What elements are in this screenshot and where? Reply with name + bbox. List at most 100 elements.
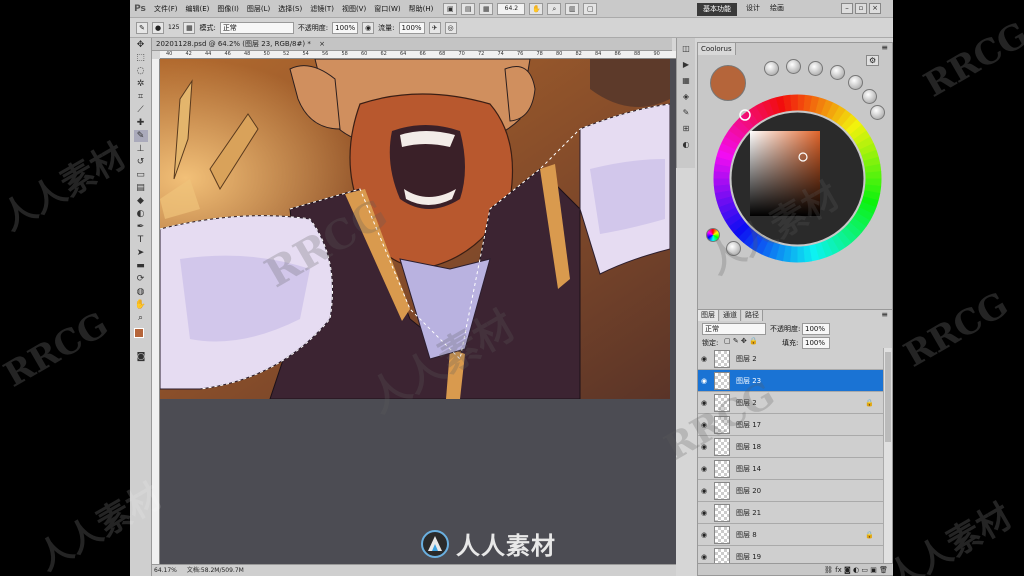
screen-mode-icon[interactable]: ▢ — [583, 2, 598, 15]
color-mode-button-8[interactable] — [726, 241, 741, 256]
history-panel-icon[interactable]: ◫ — [680, 43, 692, 54]
layer-row-selected[interactable]: ◉ 图层 23 — [698, 370, 884, 392]
restore-icon[interactable]: ▫ — [855, 3, 867, 14]
airbrush-icon[interactable]: ✈ — [428, 21, 441, 34]
brush-preset-picker[interactable]: ● — [152, 21, 164, 34]
styles-panel-icon[interactable]: ◈ — [680, 91, 692, 102]
dodge-tool-icon[interactable]: ◐ — [134, 208, 148, 220]
healing-tool-icon[interactable]: ✚ — [134, 117, 148, 129]
vertical-ruler[interactable] — [152, 59, 160, 564]
color-mode-button-1[interactable] — [764, 61, 779, 76]
type-tool-icon[interactable]: T — [134, 234, 148, 246]
layer-row[interactable]: ◉ 图层 2 🔒 — [698, 392, 884, 414]
mode-select[interactable]: 正常 — [219, 21, 294, 34]
visibility-eye-icon[interactable]: ◉ — [698, 399, 710, 407]
visibility-eye-icon[interactable]: ◉ — [698, 531, 710, 539]
color-wheel[interactable] — [710, 91, 885, 266]
layers-scrollbar[interactable] — [883, 348, 892, 563]
color-mode-button-2[interactable] — [786, 59, 801, 74]
shape-tool-icon[interactable]: ▬ — [134, 260, 148, 272]
menu-edit[interactable]: 编辑(E) — [182, 4, 214, 14]
brush-tool-icon[interactable]: ✎ — [133, 130, 148, 142]
horizontal-ruler[interactable]: 40 42 44 46 48 50 52 54 56 58 60 62 64 66 68 70 72 74 76 78… — [160, 51, 676, 59]
lasso-tool-icon[interactable]: ◌ — [134, 65, 148, 77]
brush-panel-toggle-icon[interactable]: ▦ — [183, 21, 196, 34]
quick-mask-icon[interactable]: ◙ — [134, 351, 148, 363]
canvas-area[interactable] — [160, 59, 676, 564]
bridge-icon[interactable]: ▣ — [443, 2, 458, 15]
crop-tool-icon[interactable]: ⌗ — [134, 91, 148, 103]
menu-file[interactable]: 文件(F) — [150, 4, 182, 14]
rgb-mode-icon[interactable] — [706, 228, 720, 242]
menu-help[interactable]: 帮助(H) — [405, 4, 438, 14]
layer-row[interactable]: ◉ 图层 18 — [698, 436, 884, 458]
lock-icons[interactable]: ▢ ✎ ✥ 🔒 — [724, 337, 758, 345]
visibility-eye-icon[interactable]: ◉ — [698, 443, 710, 451]
zoom-level-field[interactable]: 64.2 — [497, 2, 526, 15]
workspace-painting-link[interactable]: 绘画 — [770, 3, 784, 13]
brush-presets-panel-icon[interactable]: ✎ — [680, 107, 692, 118]
blend-mode-select[interactable]: 正常 — [702, 323, 766, 335]
layer-style-icon[interactable]: fx — [835, 566, 842, 574]
visibility-eye-icon[interactable]: ◉ — [698, 509, 710, 517]
opacity-pressure-icon[interactable]: ◉ — [362, 21, 375, 34]
flow-field[interactable]: 100% — [398, 21, 425, 34]
menu-filter[interactable]: 滤镜(T) — [306, 4, 338, 14]
delete-layer-icon[interactable]: 🗑 — [879, 566, 888, 574]
new-group-icon[interactable]: ▭ — [861, 566, 868, 574]
tab-channels[interactable]: 通道 — [720, 310, 741, 321]
tab-layers[interactable]: 图层 — [698, 310, 719, 321]
minibridge-icon[interactable]: ▤ — [461, 2, 476, 15]
layers-panel-menu-icon[interactable]: ≡ — [881, 310, 888, 319]
swatches-panel-icon[interactable]: ▦ — [680, 75, 692, 86]
tab-paths[interactable]: 路径 — [742, 310, 763, 321]
coolorus-tab[interactable]: Coolorus — [698, 43, 736, 55]
workspace-essentials-button[interactable]: 基本功能 — [697, 3, 737, 16]
menu-select[interactable]: 选择(S) — [274, 4, 306, 14]
layer-row[interactable]: ◉ 图层 21 — [698, 502, 884, 524]
clone-source-panel-icon[interactable]: ⊞ — [680, 123, 692, 134]
adjustment-layer-icon[interactable]: ◐ — [853, 566, 859, 574]
3d-camera-tool-icon[interactable]: ◍ — [134, 286, 148, 298]
layer-row[interactable]: ◉ 图层 17 — [698, 414, 884, 436]
eyedropper-tool-icon[interactable]: ⟋ — [134, 104, 148, 116]
color-mode-button-3[interactable] — [808, 61, 823, 76]
link-layers-icon[interactable]: ⛓ — [824, 566, 833, 574]
arrange-icon[interactable]: ▥ — [565, 2, 580, 15]
layer-row[interactable]: ◉ 图层 8 🔒 — [698, 524, 884, 546]
visibility-eye-icon[interactable]: ◉ — [698, 553, 710, 561]
3d-rotate-tool-icon[interactable]: ⟳ — [134, 273, 148, 285]
settings-gear-icon[interactable]: ⚙ — [866, 55, 880, 66]
pen-tool-icon[interactable]: ✒ — [134, 221, 148, 233]
hand-icon[interactable]: ✋ — [529, 2, 544, 15]
gradient-tool-icon[interactable]: ▤ — [134, 182, 148, 194]
opacity-field[interactable]: 100% — [332, 21, 359, 34]
hand-tool-icon[interactable]: ✋ — [134, 299, 148, 311]
menu-image[interactable]: 图像(I) — [213, 4, 243, 14]
layer-row[interactable]: ◉ 图层 19 — [698, 546, 884, 563]
eraser-tool-icon[interactable]: ▭ — [134, 169, 148, 181]
layer-row[interactable]: ◉ 图层 14 — [698, 458, 884, 480]
layer-row[interactable]: ◉ 图层 2 — [698, 348, 884, 370]
new-layer-icon[interactable]: ▣ — [870, 566, 877, 574]
panel-menu-icon[interactable]: ≡ — [881, 43, 888, 52]
path-select-tool-icon[interactable]: ➤ — [134, 247, 148, 259]
document-tab[interactable]: 20201128.psd @ 64.2% (图层 23, RGB/8#) * × — [152, 38, 672, 51]
zoom-icon[interactable]: ⌕ — [547, 2, 562, 15]
stamp-tool-icon[interactable]: ⊥ — [134, 143, 148, 155]
visibility-eye-icon[interactable]: ◉ — [698, 421, 710, 429]
visibility-eye-icon[interactable]: ◉ — [698, 465, 710, 473]
layer-opacity-field[interactable]: 100% — [802, 323, 830, 335]
menu-window[interactable]: 窗口(W) — [370, 4, 404, 14]
quick-select-tool-icon[interactable]: ✲ — [134, 78, 148, 90]
layer-row[interactable]: ◉ 图层 20 — [698, 480, 884, 502]
visibility-eye-icon[interactable]: ◉ — [698, 355, 710, 363]
close-icon[interactable]: × — [869, 3, 881, 14]
status-zoom[interactable]: 64.17% — [154, 565, 177, 576]
minimize-icon[interactable]: – — [841, 3, 853, 14]
menu-view[interactable]: 视图(V) — [338, 4, 370, 14]
history-brush-tool-icon[interactable]: ↺ — [134, 156, 148, 168]
move-tool-icon[interactable]: ✥ — [134, 39, 148, 51]
actions-panel-icon[interactable]: ▶ — [680, 59, 692, 70]
workspace-design-link[interactable]: 设计 — [746, 3, 760, 13]
